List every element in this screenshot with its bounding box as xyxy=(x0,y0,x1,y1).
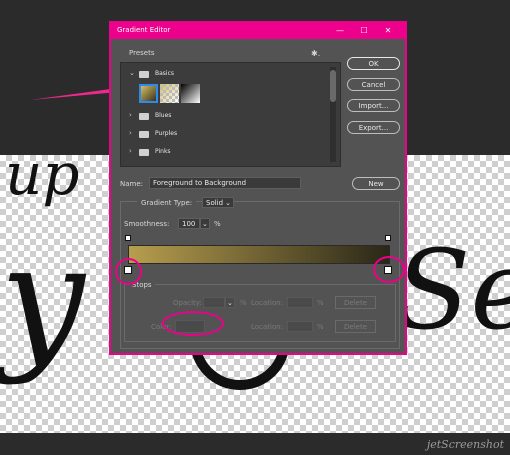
gradient-preview-bar[interactable] xyxy=(128,245,390,264)
folder-label: Basics xyxy=(155,70,175,77)
annotation-circle-left-stop xyxy=(115,258,142,285)
color-location-percent: % xyxy=(317,323,324,331)
gradient-editor-dialog: Gradient Editor — ☐ ✕ Presets ✱. ⌄ Basic… xyxy=(109,21,407,355)
folder-label: Blues xyxy=(155,112,172,119)
name-input[interactable]: Foreground to Background xyxy=(149,177,301,189)
chevron-down-icon: ⌄ xyxy=(202,220,208,228)
chevron-down-icon[interactable]: ⌄ xyxy=(129,69,135,77)
annotation-circle-color xyxy=(162,311,224,336)
presets-gear-icon[interactable]: ✱. xyxy=(311,49,320,58)
folder-purples[interactable]: › Purples xyxy=(129,129,327,141)
gradient-type-select[interactable]: Solid ⌄ xyxy=(202,197,234,208)
preset-swatch-black-white[interactable] xyxy=(181,84,200,103)
presets-list[interactable]: ⌄ Basics › Blues › Purples › Pinks xyxy=(120,62,341,167)
opacity-location-input[interactable] xyxy=(287,297,313,308)
cancel-button[interactable]: Cancel xyxy=(347,78,400,91)
opacity-stop-left[interactable] xyxy=(125,235,131,241)
smoothness-dropdown[interactable]: ⌄ xyxy=(200,218,210,229)
chevron-right-icon[interactable]: › xyxy=(129,129,132,137)
smoothness-input[interactable]: 100 xyxy=(178,218,200,229)
presets-label: Presets xyxy=(129,49,155,57)
dialog-title: Gradient Editor xyxy=(117,26,171,34)
chevron-right-icon[interactable]: › xyxy=(129,147,132,155)
gradient-type-label: Gradient Type: xyxy=(137,199,197,207)
scrollbar-thumb[interactable] xyxy=(330,70,336,102)
folder-blues[interactable]: › Blues xyxy=(129,111,327,123)
import-button[interactable]: Import... xyxy=(347,99,400,112)
export-button[interactable]: Export... xyxy=(347,121,400,134)
preset-swatches xyxy=(139,84,209,103)
opacity-input[interactable] xyxy=(203,297,225,308)
maximize-button[interactable]: ☐ xyxy=(357,25,371,37)
smoothness-label: Smoothness: xyxy=(124,220,170,228)
preset-swatch-foreground-to-transparent[interactable] xyxy=(160,84,179,103)
opacity-dropdown[interactable]: ⌄ xyxy=(225,297,235,308)
presets-scrollbar[interactable] xyxy=(330,67,336,162)
opacity-stop-right[interactable] xyxy=(385,235,391,241)
opacity-label: Opacity: xyxy=(173,299,202,307)
folder-icon xyxy=(139,71,149,78)
folder-label: Purples xyxy=(155,130,178,137)
opacity-location-label: Location: xyxy=(251,299,283,307)
smoothness-percent: % xyxy=(214,220,221,228)
canvas-text-right: Se xyxy=(395,226,510,354)
folder-icon xyxy=(139,149,149,156)
annotation-circle-right-stop xyxy=(373,256,405,283)
color-location-input[interactable] xyxy=(287,321,313,332)
preset-swatch-foreground-to-background[interactable] xyxy=(139,84,158,103)
folder-icon xyxy=(139,113,149,120)
folder-pinks[interactable]: › Pinks xyxy=(129,147,327,159)
canvas-text-left: up xyxy=(5,140,80,208)
opacity-location-percent: % xyxy=(317,299,324,307)
opacity-percent: % xyxy=(240,299,247,307)
folder-icon xyxy=(139,131,149,138)
ok-button[interactable]: OK xyxy=(347,57,400,70)
folder-label: Pinks xyxy=(155,148,171,155)
watermark: jetScreenshot xyxy=(426,438,504,451)
color-location-label: Location: xyxy=(251,323,283,331)
close-button[interactable]: ✕ xyxy=(381,25,395,37)
gradient-type-value: Solid xyxy=(206,199,224,207)
minimize-button[interactable]: — xyxy=(333,25,347,37)
chevron-down-icon: ⌄ xyxy=(227,299,233,307)
canvas-text-big-letter: y xyxy=(0,213,85,387)
color-delete-button[interactable]: Delete xyxy=(335,320,376,333)
opacity-delete-button[interactable]: Delete xyxy=(335,296,376,309)
chevron-down-icon: ⌄ xyxy=(225,199,231,207)
chevron-right-icon[interactable]: › xyxy=(129,111,132,119)
folder-basics[interactable]: ⌄ Basics xyxy=(129,69,327,81)
new-button[interactable]: New xyxy=(352,177,400,190)
name-label: Name: xyxy=(120,180,144,188)
dialog-titlebar[interactable]: Gradient Editor — ☐ ✕ xyxy=(111,23,405,39)
